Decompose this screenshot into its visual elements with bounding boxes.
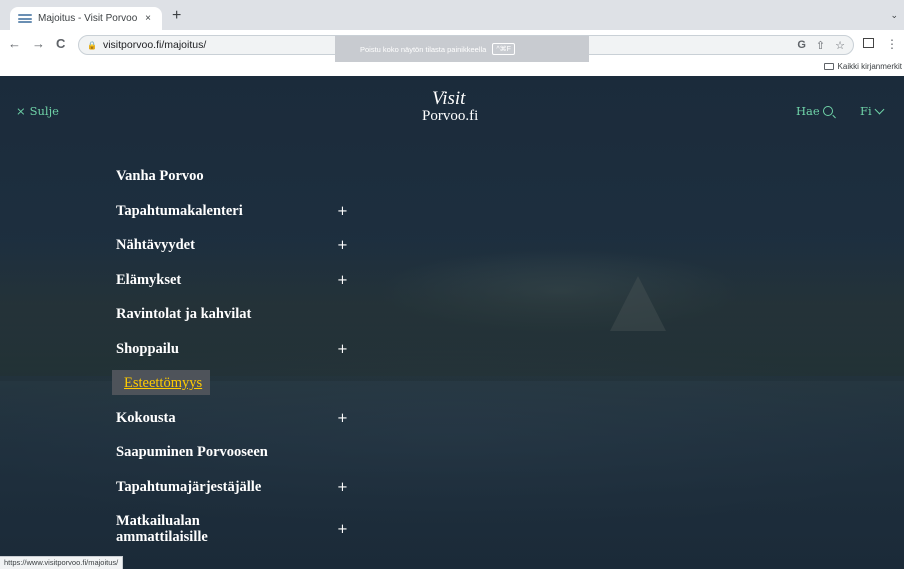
menu-item-label[interactable]: Elämykset xyxy=(116,272,316,288)
menu-item-label[interactable]: Matkailualan ammattilaisille xyxy=(116,513,266,545)
share-icon[interactable]: ⇧ xyxy=(816,39,825,52)
close-label: Sulje xyxy=(29,104,59,118)
expand-plus-icon[interactable]: + xyxy=(337,238,348,254)
menu-item-label[interactable]: Vanha Porvoo xyxy=(116,168,316,184)
tab-title: Majoitus - Visit Porvoo xyxy=(38,13,138,24)
search-label: Hae xyxy=(796,104,820,118)
bookmark-star-icon[interactable]: ☆ xyxy=(835,39,845,52)
expand-plus-icon[interactable]: + xyxy=(337,480,348,496)
menu-item-ravintolat[interactable]: Ravintolat ja kahvilat xyxy=(116,306,356,341)
close-menu-button[interactable]: × Sulje xyxy=(16,104,59,118)
google-lens-icon[interactable]: G xyxy=(797,39,806,52)
tab-bar: Majoitus - Visit Porvoo × + ⌄ xyxy=(0,0,904,30)
site-logo[interactable]: Visit Porvoo.fi xyxy=(422,88,512,124)
page-content: × Sulje Visit Porvoo.fi Hae Fi Vanha Por… xyxy=(0,76,904,569)
back-button[interactable]: ← xyxy=(8,37,21,51)
menu-item-label[interactable]: Nähtävyydet xyxy=(116,237,316,253)
status-bar-url: https://www.visitporvoo.fi/majoitus/ xyxy=(0,556,124,569)
language-label: Fi xyxy=(860,104,872,118)
menu-item-saapuminen[interactable]: Saapuminen Porvooseen xyxy=(116,444,356,479)
forward-button[interactable]: → xyxy=(32,37,45,51)
search-button[interactable]: Hae xyxy=(796,104,833,118)
new-tab-button[interactable]: + xyxy=(172,8,181,24)
language-selector[interactable]: Fi xyxy=(860,104,885,118)
fullscreen-exit-banner: Poistu koko näytön tilasta painikkeella … xyxy=(335,36,589,62)
close-icon: × xyxy=(16,104,26,118)
main-menu: Vanha Porvoo Tapahtumakalenteri + Nähtäv… xyxy=(112,168,356,548)
menu-item-label[interactable]: Ravintolat ja kahvilat xyxy=(116,306,316,322)
tab-close-icon[interactable]: × xyxy=(142,13,154,24)
menu-item-label[interactable]: Shoppailu xyxy=(116,341,316,357)
menu-item-elamykset[interactable]: Elämykset + xyxy=(116,272,356,307)
all-bookmarks-folder[interactable]: Kaikki kirjanmerkit xyxy=(823,62,902,71)
menu-item-label[interactable]: Tapahtumakalenteri xyxy=(116,203,316,219)
tab-search-chevron-icon[interactable]: ⌄ xyxy=(890,10,898,21)
logo-porvoo: Porvoo.fi xyxy=(422,108,479,124)
expand-plus-icon[interactable]: + xyxy=(337,342,348,358)
expand-plus-icon[interactable]: + xyxy=(337,273,348,289)
logo-visit: Visit xyxy=(432,88,466,109)
folder-icon xyxy=(823,63,834,70)
menu-item-vanha-porvoo[interactable]: Vanha Porvoo xyxy=(116,168,356,203)
favicon-icon xyxy=(18,14,32,23)
expand-plus-icon[interactable]: + xyxy=(337,411,348,427)
expand-plus-icon[interactable]: + xyxy=(337,204,348,220)
menu-item-tapahtumakalenteri[interactable]: Tapahtumakalenteri + xyxy=(116,203,356,238)
side-panel-icon[interactable] xyxy=(863,38,874,48)
reload-button[interactable]: C xyxy=(56,37,65,51)
expand-plus-icon[interactable]: + xyxy=(337,522,348,538)
menu-item-label[interactable]: Saapuminen Porvooseen xyxy=(116,444,316,460)
background-church-silhouette xyxy=(610,276,666,331)
menu-item-label[interactable]: Tapahtumajärjestäjälle xyxy=(116,479,316,495)
menu-kebab-icon[interactable]: ⋮ xyxy=(886,37,898,51)
menu-item-esteettomyys[interactable]: Esteettömyys xyxy=(112,370,356,410)
url-text[interactable]: visitporvoo.fi/majoitus/ xyxy=(103,39,206,51)
menu-item-label[interactable]: Esteettömyys xyxy=(112,370,211,395)
fullscreen-shortcut-key: ^⌘F xyxy=(492,43,515,55)
menu-item-nahtavyydet[interactable]: Nähtävyydet + xyxy=(116,237,356,272)
menu-item-kokousta[interactable]: Kokousta + xyxy=(116,410,356,445)
bookmarks-folder-label: Kaikki kirjanmerkit xyxy=(837,62,902,71)
menu-item-tapahtumajarjestajalle[interactable]: Tapahtumajärjestäjälle + xyxy=(116,479,356,514)
menu-item-matkailualan-ammattilaisille[interactable]: Matkailualan ammattilaisille + xyxy=(116,513,356,548)
chevron-down-icon xyxy=(874,104,885,114)
lock-icon[interactable]: 🔒 xyxy=(87,41,97,50)
browser-tab[interactable]: Majoitus - Visit Porvoo × xyxy=(10,7,162,30)
menu-item-label[interactable]: Kokousta xyxy=(116,410,316,426)
bookmarks-bar: Kaikki kirjanmerkit xyxy=(0,60,904,76)
search-icon xyxy=(822,106,833,116)
fullscreen-banner-text: Poistu koko näytön tilasta painikkeella xyxy=(360,44,487,54)
